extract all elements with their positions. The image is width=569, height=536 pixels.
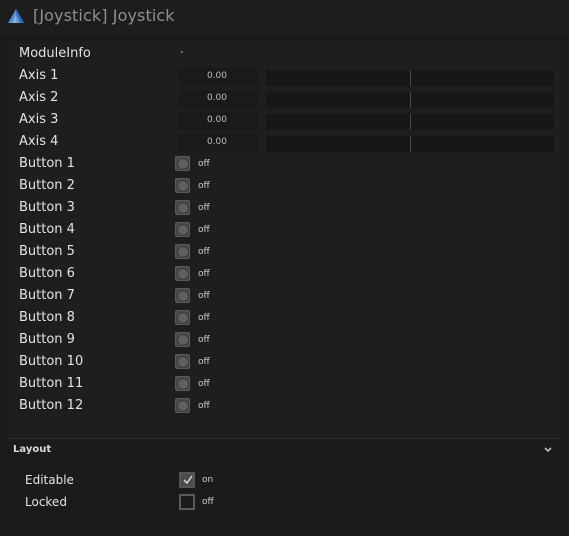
axis-slider-track[interactable] <box>266 114 554 130</box>
axis-value: 0.00 <box>206 71 227 81</box>
button-state-indicator[interactable] <box>175 332 190 347</box>
button-state-indicator[interactable] <box>175 222 190 237</box>
button-state-indicator[interactable] <box>175 266 190 281</box>
axis-slider-track[interactable] <box>266 92 554 108</box>
button-state-indicator[interactable] <box>175 310 190 325</box>
axis-slider-track[interactable] <box>266 136 554 152</box>
axis-value-field[interactable]: 0.00 <box>179 112 259 130</box>
button-label: Button 11 <box>19 376 84 391</box>
editable-state: on <box>202 475 214 485</box>
button-state-indicator[interactable] <box>175 244 190 259</box>
axis-value: 0.00 <box>206 93 227 103</box>
axis-value-field[interactable]: 0.00 <box>179 68 259 86</box>
button-label: Button 7 <box>19 288 75 303</box>
chevron-down-icon[interactable] <box>543 445 553 455</box>
joystick-window: [Joystick] Joystick ModuleInfo - Axis 1 … <box>0 0 569 536</box>
button-state-text: off <box>198 225 210 235</box>
button-row: Button 5 off <box>8 242 561 264</box>
window-titlebar: [Joystick] Joystick <box>0 0 569 34</box>
button-label: Button 3 <box>19 200 75 215</box>
axis-center-indicator <box>410 70 411 86</box>
button-row: Button 11 off <box>8 374 561 396</box>
axis-center-indicator <box>410 136 411 152</box>
axis-label: Axis 1 <box>19 68 59 83</box>
button-state-text: off <box>198 401 210 411</box>
button-row: Button 8 off <box>8 308 561 330</box>
button-label: Button 6 <box>19 266 75 281</box>
button-state-indicator[interactable] <box>175 200 190 215</box>
window-title: [Joystick] Joystick <box>33 6 175 25</box>
button-label: Button 10 <box>19 354 84 369</box>
button-state-indicator[interactable] <box>175 156 190 171</box>
module-info-value: - <box>180 47 184 58</box>
button-label: Button 2 <box>19 178 75 193</box>
button-label: Button 5 <box>19 244 75 259</box>
button-label: Button 1 <box>19 156 75 171</box>
axis-slider-track[interactable] <box>266 70 554 86</box>
axis-label: Axis 2 <box>19 90 59 105</box>
button-label: Button 4 <box>19 222 75 237</box>
button-label: Button 12 <box>19 398 84 413</box>
button-row: Button 7 off <box>8 286 561 308</box>
button-row: Button 9 off <box>8 330 561 352</box>
button-state-text: off <box>198 247 210 257</box>
axis-label: Axis 4 <box>19 134 59 149</box>
button-state-indicator[interactable] <box>175 288 190 303</box>
button-state-indicator[interactable] <box>175 178 190 193</box>
button-row: Button 2 off <box>8 176 561 198</box>
button-state-text: off <box>198 357 210 367</box>
axis-row: Axis 1 0.00 <box>8 66 561 88</box>
locked-row: Locked off <box>8 492 561 514</box>
layout-section-header[interactable]: Layout <box>8 438 561 463</box>
button-state-text: off <box>198 335 210 345</box>
button-state-indicator[interactable] <box>175 398 190 413</box>
locked-label: Locked <box>25 495 67 509</box>
editable-checkbox[interactable] <box>179 472 195 488</box>
button-row: Button 3 off <box>8 198 561 220</box>
axis-value: 0.00 <box>206 115 227 125</box>
axis-row: Axis 2 0.00 <box>8 88 561 110</box>
check-icon <box>183 475 193 485</box>
layout-section-title: Layout <box>13 444 52 455</box>
editable-row: Editable on <box>8 470 561 492</box>
axis-value-field[interactable]: 0.00 <box>179 90 259 108</box>
axis-row: Axis 3 0.00 <box>8 110 561 132</box>
locked-state: off <box>202 497 214 507</box>
button-state-text: off <box>198 203 210 213</box>
button-state-text: off <box>198 291 210 301</box>
axis-value-field[interactable]: 0.00 <box>179 134 259 152</box>
button-state-indicator[interactable] <box>175 376 190 391</box>
button-row: Button 12 off <box>8 396 561 418</box>
button-state-text: off <box>198 379 210 389</box>
axis-value: 0.00 <box>206 137 227 147</box>
button-state-text: off <box>198 159 210 169</box>
button-state-indicator[interactable] <box>175 354 190 369</box>
axis-center-indicator <box>410 114 411 130</box>
locked-checkbox[interactable] <box>179 494 195 510</box>
editable-label: Editable <box>25 473 74 487</box>
axis-label: Axis 3 <box>19 112 59 127</box>
button-row: Button 4 off <box>8 220 561 242</box>
button-row: Button 6 off <box>8 264 561 286</box>
button-state-text: off <box>198 181 210 191</box>
axis-center-indicator <box>410 92 411 108</box>
button-state-text: off <box>198 313 210 323</box>
button-row: Button 1 off <box>8 154 561 176</box>
module-info-row: ModuleInfo - <box>8 44 561 66</box>
button-row: Button 10 off <box>8 352 561 374</box>
button-label: Button 9 <box>19 332 75 347</box>
button-label: Button 8 <box>19 310 75 325</box>
pyramid-app-icon <box>8 9 24 23</box>
axis-row: Axis 4 0.00 <box>8 132 561 154</box>
button-state-text: off <box>198 269 210 279</box>
module-info-label: ModuleInfo <box>19 46 91 61</box>
